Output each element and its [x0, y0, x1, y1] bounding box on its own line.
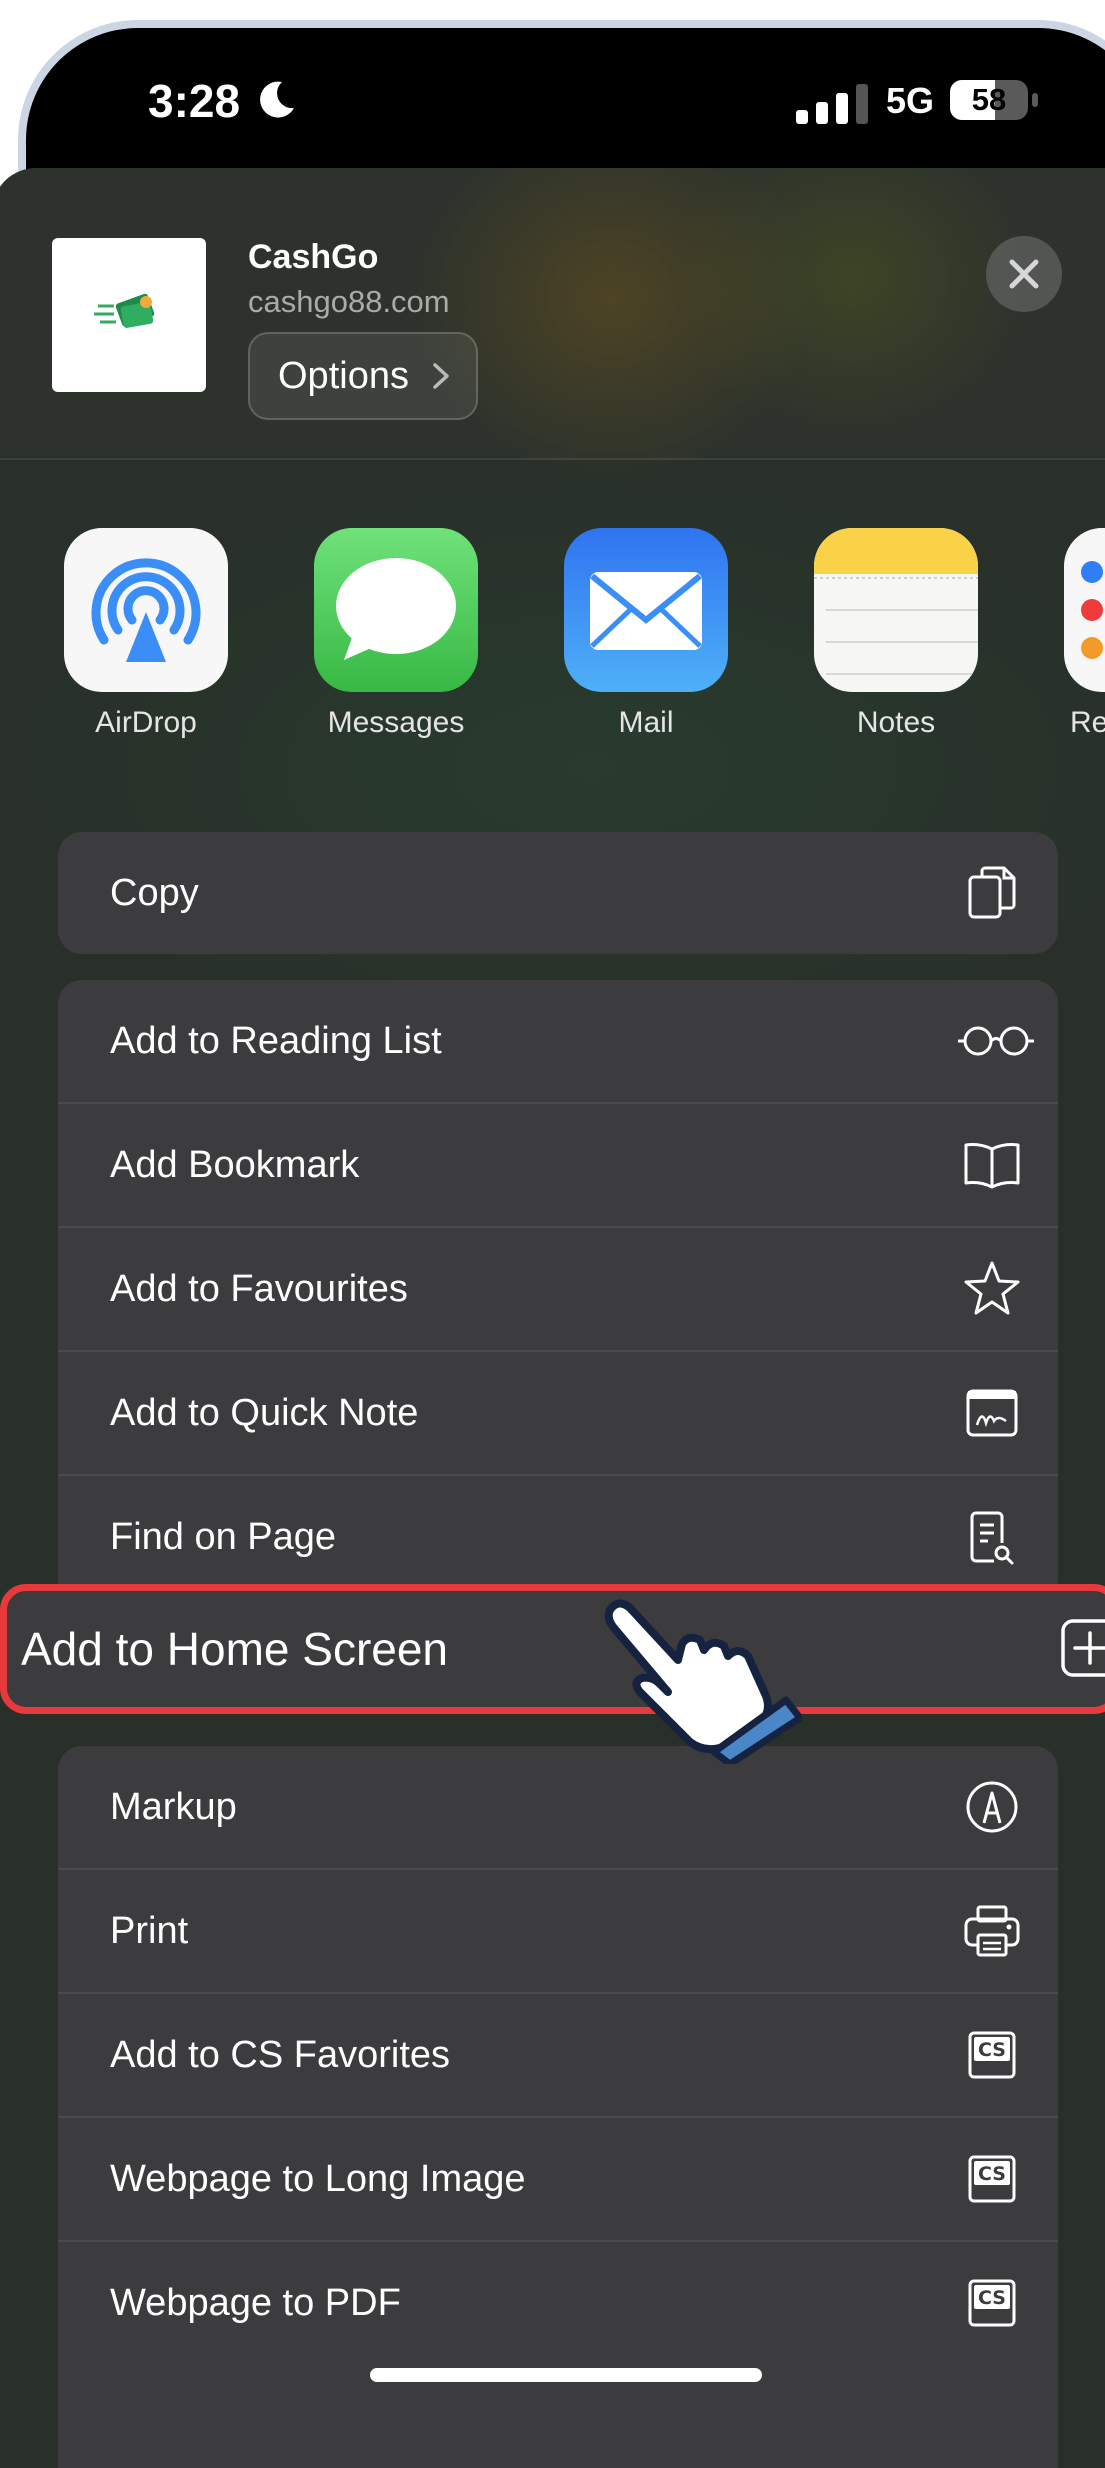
airdrop-icon	[64, 528, 228, 692]
action-find-on-page[interactable]: Find on Page	[58, 1476, 1058, 1598]
action-label: Add to Home Screen	[21, 1623, 449, 1675]
battery-level: 58	[971, 82, 1007, 117]
printer-icon	[964, 1905, 1020, 1957]
action-label: Add to Quick Note	[110, 1392, 419, 1434]
network-type: 5G	[886, 80, 935, 121]
action-add-favourites[interactable]: Add to Favourites	[58, 1228, 1058, 1352]
status-bar: 3:28 5G 58	[26, 28, 1105, 188]
mail-icon	[564, 528, 728, 692]
action-webpage-pdf[interactable]: Webpage to PDF CS	[58, 2242, 1058, 2364]
action-label: Copy	[110, 872, 199, 914]
action-label: Add to CS Favorites	[110, 2034, 451, 2076]
copy-icon	[968, 866, 1016, 919]
book-icon	[964, 1143, 1020, 1189]
app-label: Notes	[856, 706, 936, 739]
header-divider	[0, 458, 1105, 460]
action-add-to-home-screen[interactable]: Add to Home Screen	[0, 1584, 1105, 1714]
action-webpage-long-image[interactable]: Webpage to Long Image CS	[58, 2118, 1058, 2242]
action-label: Find on Page	[110, 1516, 337, 1558]
action-add-quick-note[interactable]: Add to Quick Note	[58, 1352, 1058, 1476]
app-label: Re	[1070, 706, 1105, 739]
site-title: CashGo	[248, 238, 379, 276]
cashgo-logo-icon	[94, 293, 155, 328]
action-group-2: Add to Reading List Add Bookmark Add to …	[58, 980, 1058, 1604]
cs-icon: CS	[968, 2031, 1016, 2079]
svg-text:CS: CS	[978, 2287, 1006, 2309]
action-label: Add Bookmark	[110, 1144, 360, 1186]
action-label: Print	[110, 1910, 189, 1952]
quick-note-icon	[966, 1389, 1018, 1437]
action-add-cs-favorites[interactable]: Add to CS Favorites CS	[58, 1994, 1058, 2118]
app-messages[interactable]: Messages	[314, 528, 478, 740]
status-time: 3:28	[148, 75, 241, 127]
app-reminders[interactable]: Re	[1064, 528, 1105, 740]
markup-icon	[966, 1781, 1018, 1833]
close-button[interactable]	[986, 236, 1062, 312]
app-label: Messages	[327, 706, 465, 739]
site-thumbnail	[52, 238, 206, 392]
site-url: cashgo88.com	[248, 284, 450, 319]
action-label: Webpage to Long Image	[110, 2158, 526, 2200]
close-icon	[1009, 259, 1039, 289]
battery-icon: 58	[950, 80, 1042, 122]
options-button[interactable]: Options	[248, 332, 478, 420]
find-on-page-icon	[970, 1511, 1014, 1565]
reminders-icon	[1064, 528, 1105, 692]
action-group-copy: Copy	[58, 832, 1058, 954]
cs-icon: CS	[968, 2279, 1016, 2327]
app-notes[interactable]: Notes	[814, 528, 978, 740]
options-label: Options	[278, 355, 409, 397]
action-label: Add to Reading List	[110, 1020, 442, 1062]
action-add-reading-list[interactable]: Add to Reading List	[58, 980, 1058, 1104]
svg-text:CS: CS	[978, 2163, 1006, 2185]
action-copy[interactable]: Copy	[58, 832, 1058, 954]
svg-text:CS: CS	[978, 2039, 1006, 2061]
messages-icon	[314, 528, 478, 692]
share-app-row: AirDrop Messages Mail Notes Re	[0, 528, 1105, 748]
action-label: Webpage to PDF	[110, 2282, 401, 2324]
app-label: Mail	[618, 706, 674, 739]
chevron-right-icon	[433, 363, 449, 389]
star-icon	[964, 1261, 1020, 1315]
cs-icon: CS	[968, 2155, 1016, 2203]
add-square-icon	[1061, 1619, 1105, 1677]
action-label: Add to Favourites	[110, 1268, 408, 1310]
action-label: Markup	[110, 1786, 237, 1828]
action-markup[interactable]: Markup	[58, 1746, 1058, 1870]
tap-hand-pointer-icon	[604, 1599, 802, 1764]
signal-icon	[796, 84, 868, 124]
glasses-icon	[958, 1026, 1034, 1056]
notes-icon	[814, 528, 978, 692]
app-label: AirDrop	[95, 706, 197, 739]
moon-icon	[260, 81, 294, 118]
app-airdrop[interactable]: AirDrop	[64, 528, 228, 740]
action-print[interactable]: Print	[58, 1870, 1058, 1994]
action-add-bookmark[interactable]: Add Bookmark	[58, 1104, 1058, 1228]
app-mail[interactable]: Mail	[564, 528, 728, 740]
share-header: CashGo cashgo88.com Options	[0, 168, 1105, 458]
share-sheet: CashGo cashgo88.com Options AirDrop Mess…	[0, 168, 1105, 2468]
action-group-3: Markup Print Add to CS Favorites CS Webp…	[58, 1746, 1058, 2468]
